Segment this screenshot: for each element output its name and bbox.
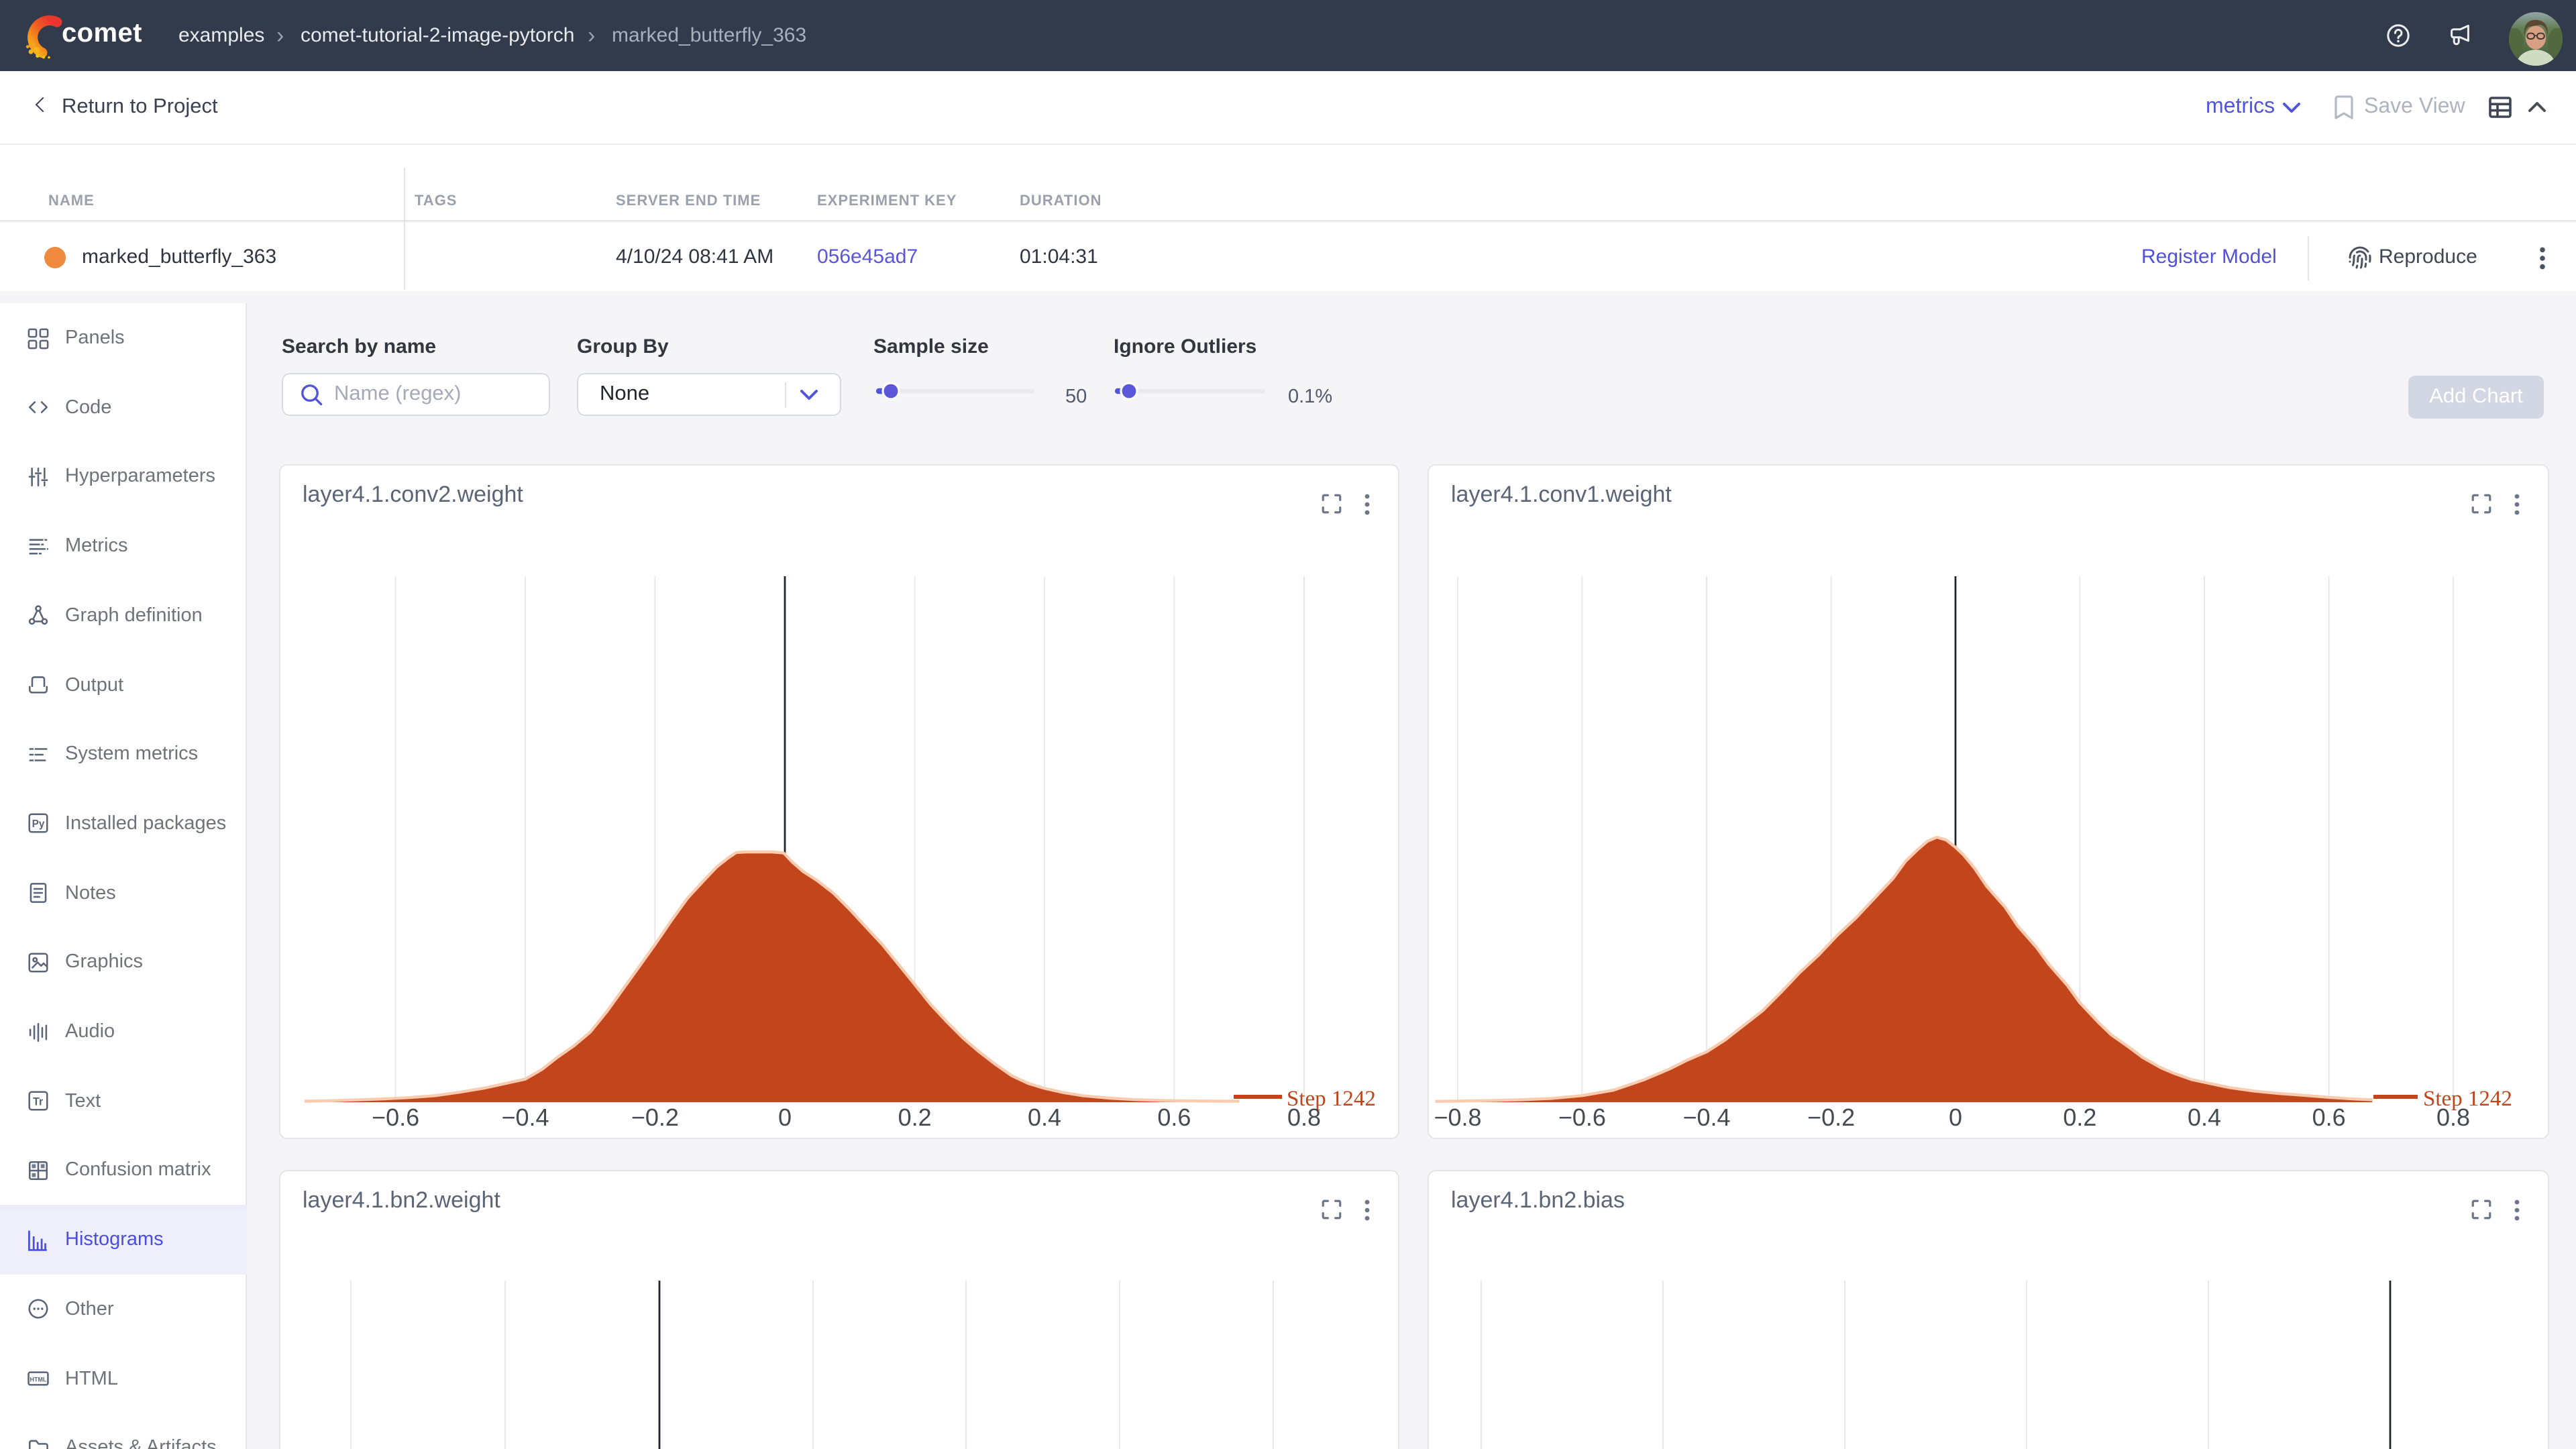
svg-text:−0.2: −0.2	[631, 1104, 678, 1131]
svg-text:0.8: 0.8	[1287, 1104, 1320, 1131]
svg-text:0.4: 0.4	[2187, 1104, 2220, 1131]
svg-text:0: 0	[777, 1104, 791, 1131]
svg-text:0: 0	[1948, 1104, 1962, 1131]
svg-text:−0.2: −0.2	[1807, 1104, 1854, 1131]
svg-text:−0.8: −0.8	[1433, 1104, 1481, 1131]
svg-text:Py: Py	[32, 819, 45, 830]
svg-text:−0.4: −0.4	[1682, 1104, 1729, 1131]
svg-text:0.2: 0.2	[898, 1104, 931, 1131]
svg-text:−0.4: −0.4	[500, 1104, 548, 1131]
svg-text:Tr: Tr	[33, 1096, 44, 1108]
svg-text:0.8: 0.8	[2436, 1104, 2469, 1131]
svg-text:0.6: 0.6	[1157, 1104, 1190, 1131]
svg-text:0.2: 0.2	[2062, 1104, 2096, 1131]
svg-text:0.6: 0.6	[2312, 1104, 2345, 1131]
svg-text:−0.6: −0.6	[1558, 1104, 1605, 1131]
svg-text:0.4: 0.4	[1027, 1104, 1061, 1131]
svg-text:HTML: HTML	[30, 1376, 47, 1383]
svg-text:−0.6: −0.6	[371, 1104, 419, 1131]
